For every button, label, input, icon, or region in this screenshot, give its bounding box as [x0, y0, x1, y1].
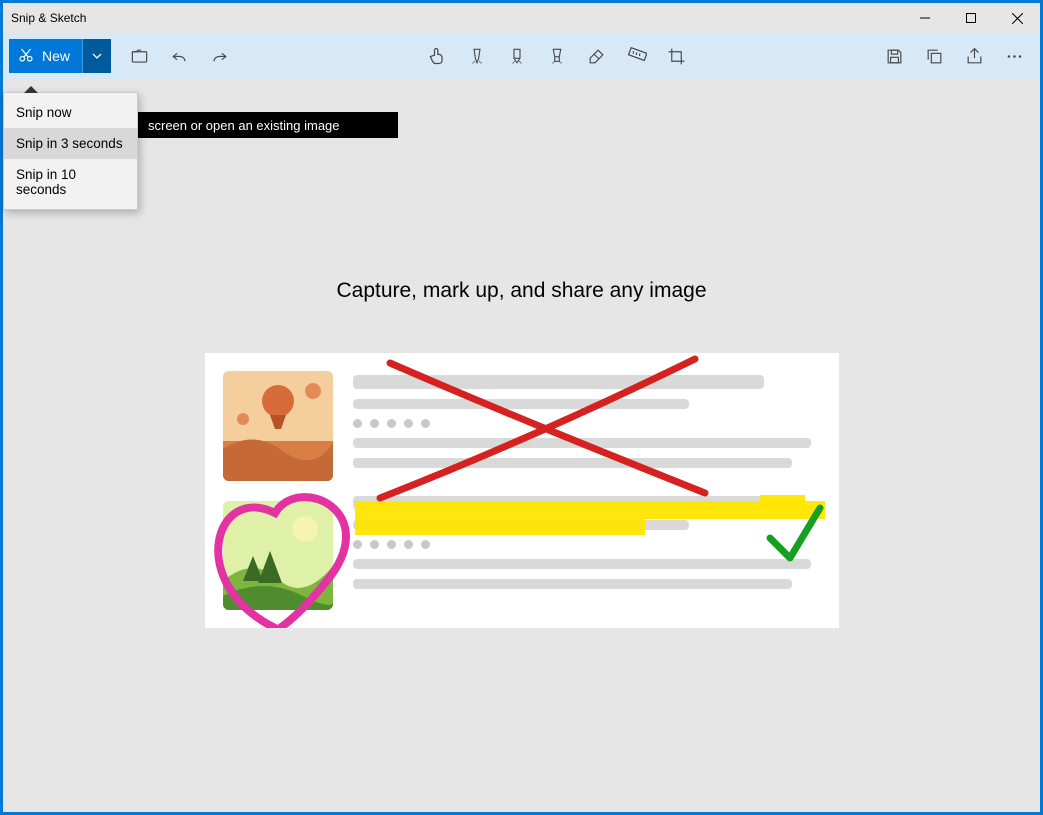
- menu-item-snip-3s[interactable]: Snip in 3 seconds: [4, 128, 137, 159]
- crop-icon: [667, 47, 686, 66]
- menu-item-snip-now[interactable]: Snip now: [4, 97, 137, 128]
- chevron-down-icon: [92, 51, 102, 61]
- share-button[interactable]: [954, 36, 994, 76]
- new-split-button[interactable]: New: [9, 39, 111, 73]
- pencil-button[interactable]: [497, 36, 537, 76]
- window-title: Snip & Sketch: [11, 11, 86, 25]
- window-controls: [902, 3, 1040, 33]
- touch-writing-icon: [427, 46, 447, 66]
- snip-icon: [17, 46, 35, 67]
- redo-icon: [210, 47, 229, 66]
- ruler-icon: [627, 46, 647, 66]
- sample-text-lines: [353, 371, 821, 610]
- sample-illustration: [205, 353, 839, 628]
- save-icon: [885, 47, 904, 66]
- menu-item-snip-10s[interactable]: Snip in 10 seconds: [4, 159, 137, 205]
- ruler-button[interactable]: [617, 36, 657, 76]
- welcome-caption: Capture, mark up, and share any image: [336, 279, 706, 303]
- undo-button[interactable]: [159, 36, 199, 76]
- sample-thumb-balloon: [223, 371, 333, 481]
- app-window: Snip & Sketch New: [3, 3, 1040, 812]
- eraser-button[interactable]: [577, 36, 617, 76]
- redo-button[interactable]: [199, 36, 239, 76]
- new-dropdown-menu: Snip now Snip in 3 seconds Snip in 10 se…: [3, 92, 138, 210]
- pencil-icon: [508, 46, 526, 66]
- toolbar: New: [3, 33, 1040, 79]
- ballpoint-pen-icon: [468, 46, 486, 66]
- copy-button[interactable]: [914, 36, 954, 76]
- close-button[interactable]: [994, 3, 1040, 33]
- new-dropdown-button[interactable]: [83, 39, 111, 73]
- minimize-button[interactable]: [902, 3, 948, 33]
- hint-tooltip: screen or open an existing image: [138, 112, 398, 138]
- maximize-button[interactable]: [948, 3, 994, 33]
- highlighter-icon: [548, 46, 566, 66]
- eraser-icon: [587, 47, 606, 66]
- open-file-icon: [130, 47, 149, 66]
- crop-button[interactable]: [657, 36, 697, 76]
- content-area: screen or open an existing image Snip no…: [3, 79, 1040, 812]
- ballpoint-pen-button[interactable]: [457, 36, 497, 76]
- open-file-button[interactable]: [119, 36, 159, 76]
- new-button-label: New: [42, 48, 70, 64]
- touch-writing-button[interactable]: [417, 36, 457, 76]
- more-button[interactable]: [994, 36, 1034, 76]
- highlighter-button[interactable]: [537, 36, 577, 76]
- undo-icon: [170, 47, 189, 66]
- new-button[interactable]: New: [9, 39, 83, 73]
- more-icon: [1005, 47, 1024, 66]
- copy-icon: [925, 47, 944, 66]
- titlebar: Snip & Sketch: [3, 3, 1040, 33]
- share-icon: [965, 47, 984, 66]
- sample-thumb-landscape: [223, 501, 333, 611]
- save-button[interactable]: [874, 36, 914, 76]
